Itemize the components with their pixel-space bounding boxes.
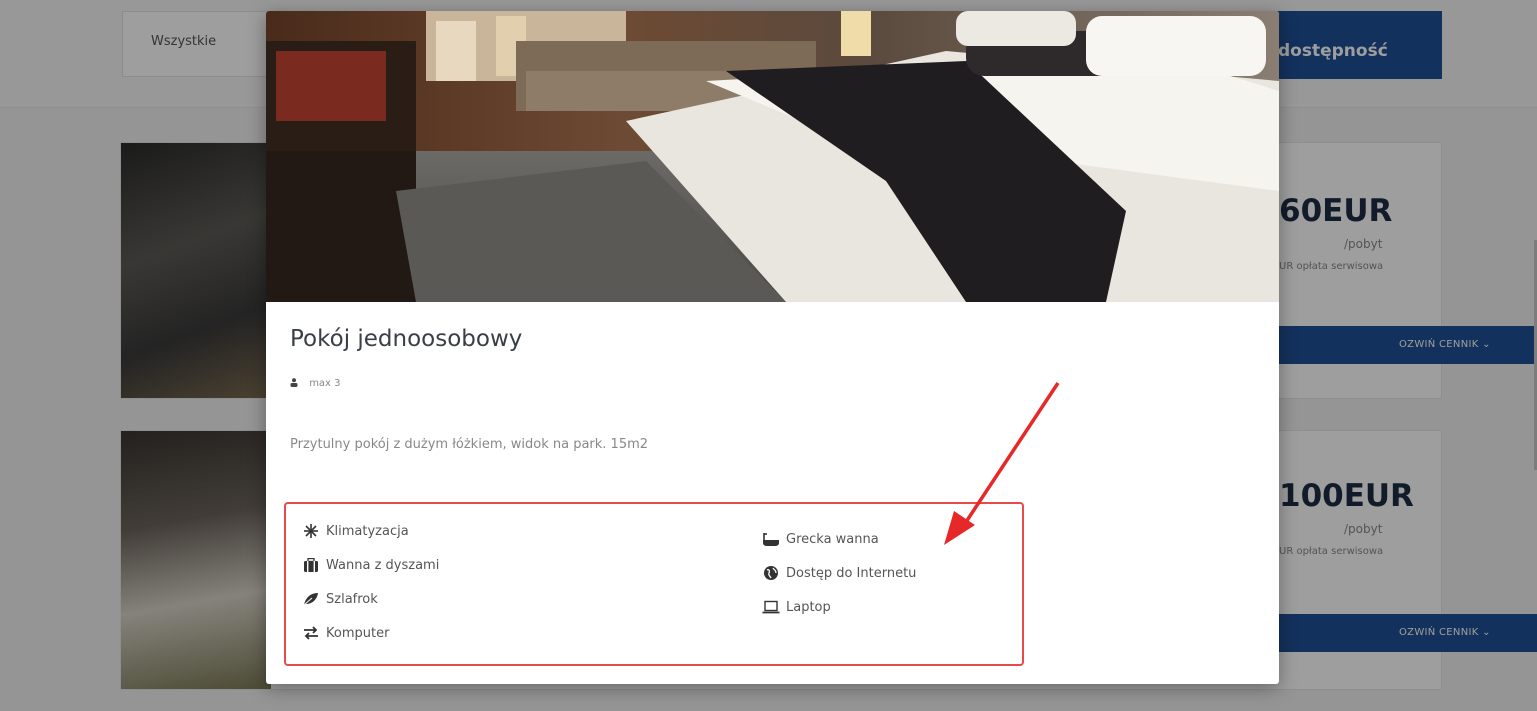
leaf-icon — [302, 591, 320, 607]
amenities-list: Klimatyzacja Wanna z dyszami Szlafrok Ko… — [284, 502, 1024, 666]
room-title: Pokój jednoosobowy — [290, 326, 523, 352]
amenity-label: Laptop — [786, 599, 831, 615]
amenity-label: Grecka wanna — [786, 531, 879, 547]
amenity-label: Dostęp do Internetu — [786, 565, 917, 581]
amenity-label: Komputer — [326, 625, 390, 641]
room-photo — [266, 11, 1279, 302]
amenity-label: Szlafrok — [326, 591, 378, 607]
max-guests: max 3 — [290, 378, 341, 389]
bathtub-icon — [762, 531, 780, 547]
room-details: Pokój jednoosobowy max 3 Przytulny pokój… — [266, 302, 1279, 684]
amenity-item: Grecka wanna — [762, 531, 879, 547]
amenity-item: Dostęp do Internetu — [762, 565, 916, 581]
globe-icon — [762, 565, 780, 581]
person-icon — [290, 378, 298, 387]
laptop-icon — [762, 599, 780, 615]
amenity-item: Wanna z dyszami — [302, 557, 439, 573]
amenity-label: Klimatyzacja — [326, 523, 409, 539]
exchange-icon — [302, 625, 320, 641]
amenity-label: Wanna z dyszami — [326, 557, 440, 573]
max-guests-label: max 3 — [309, 378, 341, 389]
amenity-item: Laptop — [762, 599, 831, 615]
suitcase-icon — [302, 557, 320, 573]
room-description: Przytulny pokój z dużym łóżkiem, widok n… — [290, 437, 649, 452]
room-details-modal: Pokój jednoosobowy max 3 Przytulny pokój… — [266, 11, 1279, 684]
amenity-item: Szlafrok — [302, 591, 378, 607]
amenity-item: Klimatyzacja — [302, 523, 409, 539]
amenity-item: Komputer — [302, 625, 389, 641]
snowflake-icon — [302, 523, 320, 539]
